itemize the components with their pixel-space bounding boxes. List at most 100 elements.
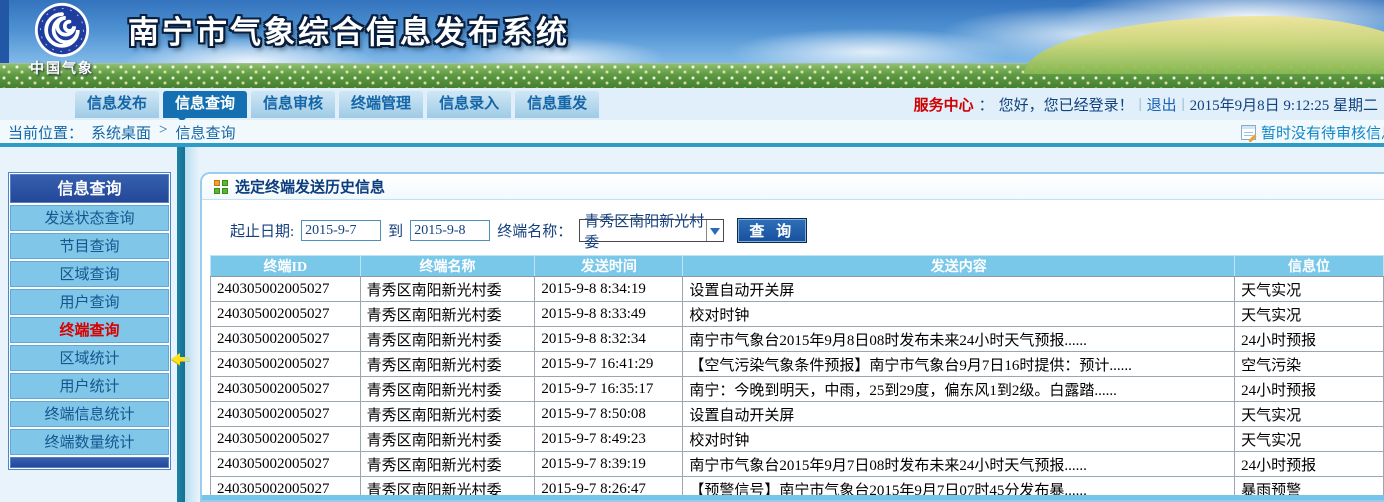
table-cell: 南宁：今晚到明天，中雨，25到29度，偏东风1到2级。白露踏...... (683, 377, 1235, 402)
table-cell: 南宁市气象台2015年9月8日08时发布未来24小时天气预报...... (683, 327, 1235, 352)
service-colon: ： (979, 94, 994, 115)
selected-terminal-value: 青秀区南阳新光村委 (584, 210, 706, 252)
table-cell: 天气实况 (1235, 302, 1384, 327)
breadcrumb-separator: > (159, 122, 167, 143)
column-header: 终端ID (211, 256, 361, 277)
sidebar-item[interactable]: 区域统计 (10, 345, 169, 371)
sidebar-item[interactable]: 终端数量统计 (10, 429, 169, 455)
nav-tab[interactable]: 信息查询 (163, 91, 247, 118)
review-notice: 暂时没有待审核信息 (1241, 122, 1384, 143)
hill-decoration (1024, 16, 1384, 74)
app-title: 南宁市气象综合信息发布系统 (128, 7, 570, 52)
sidebar-menu: 发送状态查询节目查询区域查询用户查询终端查询区域统计用户统计终端信息统计终端数量… (10, 205, 169, 455)
table-cell: 2015-9-8 8:34:19 (535, 277, 683, 302)
separator: | (1139, 96, 1142, 113)
table-row[interactable]: 240305002005027青秀区南阳新光村委2015-9-8 8:32:34… (211, 327, 1384, 352)
table-cell: 240305002005027 (211, 352, 361, 377)
nav-tab[interactable]: 信息录入 (427, 91, 511, 118)
date-from-input[interactable] (301, 220, 381, 241)
column-header: 信息位 (1235, 256, 1384, 277)
table-cell: 2015-9-7 16:35:17 (535, 377, 683, 402)
sidebar: 信息查询 发送状态查询节目查询区域查询用户查询终端查询区域统计用户统计终端信息统… (8, 172, 171, 470)
separator: | (1182, 96, 1185, 113)
date-to-input[interactable] (410, 220, 490, 241)
table-row[interactable]: 240305002005027青秀区南阳新光村委2015-9-8 8:33:49… (211, 302, 1384, 327)
breadcrumb-label: 当前位置： (8, 122, 83, 143)
table-cell: 24小时预报 (1235, 452, 1384, 477)
table-row[interactable]: 240305002005027青秀区南阳新光村委2015-9-7 16:41:2… (211, 352, 1384, 377)
user-bar: 服务中心： 您好，您已经登录！ | 退出 | 2015年9月8日 9:12:25… (914, 88, 1378, 120)
table-cell: 2015-9-7 8:49:23 (535, 427, 683, 452)
content-area: 信息查询 发送状态查询节目查询区域查询用户查询终端查询区域统计用户统计终端信息统… (0, 147, 1384, 502)
query-button[interactable]: 查 询 (737, 218, 807, 243)
table-row[interactable]: 240305002005027青秀区南阳新光村委2015-9-7 8:49:23… (211, 427, 1384, 452)
table-cell: 设置自动开关屏 (683, 402, 1235, 427)
table-cell: 2015-9-7 8:50:08 (535, 402, 683, 427)
cma-logo-icon (34, 2, 90, 58)
sidebar-item[interactable]: 区域查询 (10, 261, 169, 287)
panel-header: 选定终端发送历史信息 (202, 174, 1384, 200)
terminal-select[interactable]: 青秀区南阳新光村委 (579, 219, 724, 242)
bottom-scrollbar (202, 495, 1384, 500)
query-form: 起止日期: 到 终端名称： 青秀区南阳新光村委 查 询 (230, 218, 1384, 243)
table-cell: 青秀区南阳新光村委 (360, 302, 535, 327)
table-cell: 24小时预报 (1235, 327, 1384, 352)
table-cell: 青秀区南阳新光村委 (360, 427, 535, 452)
sidebar-footer (10, 457, 169, 468)
table-cell: 南宁市气象台2015年9月7日08时发布未来24小时天气预报...... (683, 452, 1235, 477)
table-cell: 青秀区南阳新光村委 (360, 377, 535, 402)
logout-link[interactable]: 退出 (1147, 94, 1177, 115)
cma-logo: 中国气象 (24, 1, 100, 78)
datetime-text: 2015年9月8日 9:12:25 星期二 (1190, 94, 1378, 115)
table-cell: 【空气污染气象条件预报】南宁市气象台9月7日16时提供：预计...... (683, 352, 1235, 377)
table-row[interactable]: 240305002005027青秀区南阳新光村委2015-9-7 8:50:08… (211, 402, 1384, 427)
table-cell: 青秀区南阳新光村委 (360, 277, 535, 302)
table-cell: 2015-9-8 8:33:49 (535, 302, 683, 327)
sidebar-item[interactable]: 终端信息统计 (10, 401, 169, 427)
sidebar-item[interactable]: 用户统计 (10, 373, 169, 399)
nav-tab[interactable]: 信息重发 (515, 91, 599, 118)
table-row[interactable]: 240305002005027青秀区南阳新光村委2015-9-8 8:34:19… (211, 277, 1384, 302)
chevron-down-icon[interactable] (706, 220, 723, 241)
nav-tab[interactable]: 信息发布 (75, 91, 159, 118)
table-row[interactable]: 240305002005027青秀区南阳新光村委2015-9-7 8:39:19… (211, 452, 1384, 477)
table-body: 240305002005027青秀区南阳新光村委2015-9-8 8:34:19… (211, 277, 1384, 502)
review-notice-text: 暂时没有待审核信息 (1261, 122, 1384, 143)
collapse-arrow-icon[interactable] (165, 353, 180, 365)
logo-caption: 中国气象 (24, 58, 100, 78)
column-header: 终端名称 (360, 256, 535, 277)
sidebar-item[interactable]: 终端查询 (10, 317, 169, 343)
table-cell: 青秀区南阳新光村委 (360, 327, 535, 352)
sidebar-title: 信息查询 (10, 174, 169, 203)
table-cell: 空气污染 (1235, 352, 1384, 377)
breadcrumb-home-link[interactable]: 系统桌面 (91, 122, 151, 143)
panel-title: 选定终端发送历史信息 (235, 176, 385, 197)
sidebar-item[interactable]: 发送状态查询 (10, 205, 169, 231)
panel-grid-icon (214, 180, 228, 194)
sidebar-item[interactable]: 用户查询 (10, 289, 169, 315)
history-table: 终端ID终端名称发送时间发送内容信息位 240305002005027青秀区南阳… (210, 255, 1384, 502)
table-header-row: 终端ID终端名称发送时间发送内容信息位 (211, 256, 1384, 277)
greeting-text: 您好，您已经登录！ (999, 94, 1134, 115)
date-range-label: 起止日期: (230, 220, 294, 241)
table-cell: 2015-9-7 8:39:19 (535, 452, 683, 477)
table-cell: 青秀区南阳新光村委 (360, 452, 535, 477)
nav-tab[interactable]: 终端管理 (339, 91, 423, 118)
table-cell: 240305002005027 (211, 327, 361, 352)
table-cell: 24小时预报 (1235, 377, 1384, 402)
table-cell: 天气实况 (1235, 427, 1384, 452)
table-row[interactable]: 240305002005027青秀区南阳新光村委2015-9-7 16:35:1… (211, 377, 1384, 402)
notepad-pencil-icon (1241, 125, 1256, 140)
table-cell: 天气实况 (1235, 402, 1384, 427)
main-panel: 选定终端发送历史信息 起止日期: 到 终端名称： 青秀区南阳新光村委 查 询 终… (200, 172, 1384, 502)
table-cell: 240305002005027 (211, 377, 361, 402)
nav-bar: 信息发布信息查询信息审核终端管理信息录入信息重发 服务中心： 您好，您已经登录！… (0, 88, 1384, 120)
table-cell: 240305002005027 (211, 402, 361, 427)
sidebar-item[interactable]: 节目查询 (10, 233, 169, 259)
sidebar-collapse-bar[interactable] (177, 147, 185, 502)
table-cell: 青秀区南阳新光村委 (360, 352, 535, 377)
table-cell: 天气实况 (1235, 277, 1384, 302)
nav-tab[interactable]: 信息审核 (251, 91, 335, 118)
banner: 中国气象 南宁市气象综合信息发布系统 (0, 0, 1384, 88)
table-cell: 校对时钟 (683, 427, 1235, 452)
